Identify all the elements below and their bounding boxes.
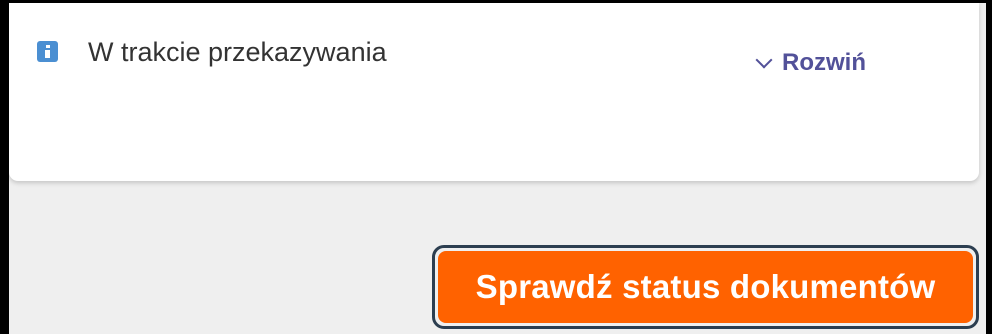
check-document-status-label: Sprawdź status dokumentów bbox=[475, 268, 936, 305]
expand-label: Rozwiń bbox=[782, 49, 866, 76]
info-icon-stem bbox=[45, 50, 50, 58]
check-document-status-button-face: Sprawdź status dokumentów bbox=[438, 251, 973, 323]
screen: W trakcie przekazywania Rozwiń Sprawdź s… bbox=[0, 0, 992, 334]
info-icon bbox=[37, 41, 58, 62]
check-document-status-button[interactable]: Sprawdź status dokumentów bbox=[432, 245, 979, 329]
expand-button[interactable]: Rozwiń bbox=[755, 47, 866, 79]
status-text: W trakcie przekazywania bbox=[88, 37, 387, 67]
info-icon-dot bbox=[46, 45, 50, 48]
chevron-down-icon bbox=[755, 51, 773, 68]
status-card: W trakcie przekazywania Rozwiń bbox=[9, 3, 979, 181]
